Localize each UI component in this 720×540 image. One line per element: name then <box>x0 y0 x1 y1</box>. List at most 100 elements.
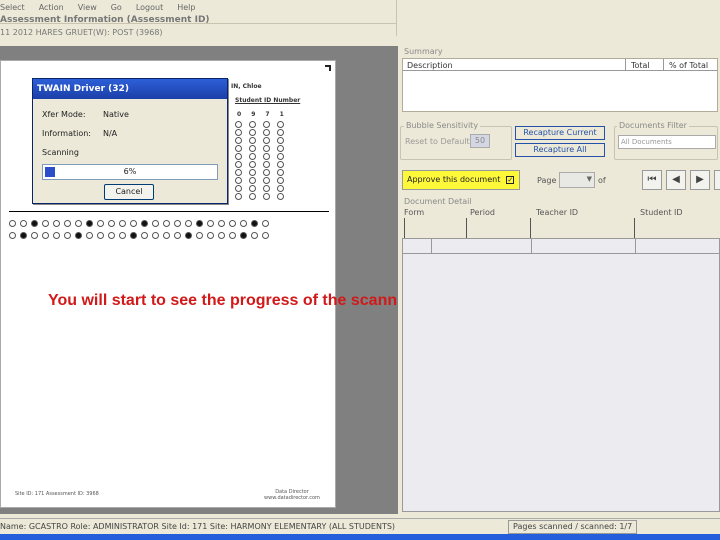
chevron-down-icon: ▼ <box>586 175 592 183</box>
answer-bubble <box>97 220 104 227</box>
id-bubble <box>263 153 270 160</box>
answer-bubble <box>119 220 126 227</box>
approve-check-icon: ✓ <box>506 175 515 184</box>
answer-bubble <box>31 220 38 227</box>
answer-bubble <box>218 220 225 227</box>
menu-logout[interactable]: Logout <box>136 3 163 12</box>
detail-col-form: Form <box>404 208 425 217</box>
previous-page-icon[interactable]: ◀ <box>666 170 686 190</box>
approve-label: Approve this document <box>407 175 501 184</box>
answer-bubble <box>64 220 71 227</box>
id-bubble <box>235 161 242 168</box>
column-divider <box>663 59 664 71</box>
id-bubble <box>263 185 270 192</box>
id-bubble <box>277 193 284 200</box>
twain-dialog-titlebar[interactable]: TWAIN Driver (32) <box>33 79 227 99</box>
menu-bar: Select Action View Go Logout Help <box>0 0 400 14</box>
status-user-info: Name: GCASTRO Role: ADMINISTRATOR Site I… <box>0 522 396 531</box>
detail-grid-line <box>531 239 532 253</box>
id-bubble <box>249 137 256 144</box>
instruction-callout: You will start to see the progress of th… <box>48 292 422 309</box>
answer-bubble <box>262 232 269 239</box>
answer-bubble <box>97 232 104 239</box>
answer-bubble <box>130 220 137 227</box>
page-select[interactable]: ▼ <box>559 172 595 188</box>
status-pages-scanned: Pages scanned / scanned: 1/7 <box>508 520 638 534</box>
summary-col-percent: % of Total <box>669 61 709 70</box>
twain-dialog-title: TWAIN Driver (32) <box>37 84 129 94</box>
answer-bubble <box>75 232 82 239</box>
approve-document-checkbox[interactable]: Approve this document ✓ <box>402 170 520 190</box>
document-detail-label: Document Detail <box>404 197 472 206</box>
answer-bubble <box>218 232 225 239</box>
menu-action[interactable]: Action <box>39 3 64 12</box>
student-id-digits: 0 9 7 1 <box>237 111 284 118</box>
id-bubble <box>249 161 256 168</box>
answer-bubble <box>9 220 16 227</box>
form-footer-left: Site ID: 171 Assessment ID: 3968 <box>15 491 99 497</box>
scan-progress-bar: 6% <box>42 164 218 180</box>
id-bubble <box>249 185 256 192</box>
id-bubble <box>277 153 284 160</box>
answer-bubble <box>141 220 148 227</box>
page-label: Page <box>537 176 557 185</box>
answer-bubble <box>86 220 93 227</box>
answer-bubble <box>262 220 269 227</box>
student-id-label: Student ID Number <box>235 97 301 104</box>
answer-bubble <box>229 220 236 227</box>
header-divider <box>0 23 396 24</box>
documents-filter-select[interactable]: All Documents <box>618 135 716 149</box>
id-bubble <box>235 177 242 184</box>
id-bubble <box>235 121 242 128</box>
xfer-mode-value: Native <box>103 110 129 119</box>
answer-bubble <box>75 220 82 227</box>
answer-bubble <box>207 220 214 227</box>
cancel-button[interactable]: Cancel <box>104 184 154 200</box>
summary-col-description: Description <box>407 61 453 70</box>
last-page-icon[interactable] <box>714 170 720 190</box>
detail-grid-line <box>635 239 636 253</box>
answer-bubble <box>9 232 16 239</box>
answer-bubble <box>141 232 148 239</box>
documents-filter-label: Documents Filter <box>617 121 689 130</box>
id-bubble <box>235 169 242 176</box>
page-of-label: of <box>598 176 606 185</box>
menu-select[interactable]: Select <box>0 3 25 12</box>
id-bubble <box>263 137 270 144</box>
student-id-digit: 9 <box>251 111 256 118</box>
id-bubble <box>249 153 256 160</box>
menu-go[interactable]: Go <box>111 3 122 12</box>
answer-bubble <box>174 232 181 239</box>
column-divider <box>625 59 626 71</box>
xfer-mode-label: Xfer Mode: <box>42 110 86 119</box>
first-page-icon[interactable]: ⏮ <box>642 170 662 190</box>
answer-bubble <box>251 220 258 227</box>
answer-bubble <box>119 232 126 239</box>
detail-col-teacher-id: Teacher ID <box>536 208 579 217</box>
answer-row <box>9 219 329 228</box>
id-bubble <box>235 185 242 192</box>
next-page-icon[interactable]: ▶ <box>690 170 710 190</box>
id-bubble <box>277 185 284 192</box>
answer-bubble <box>130 232 137 239</box>
answer-bubble <box>163 220 170 227</box>
id-bubble <box>249 129 256 136</box>
id-bubble <box>263 177 270 184</box>
sensitivity-spinner[interactable]: 50 <box>470 134 490 148</box>
id-bubble <box>263 121 270 128</box>
answer-bubble <box>163 232 170 239</box>
recapture-all-button[interactable]: Recapture All <box>515 143 605 157</box>
id-bubble <box>263 161 270 168</box>
detail-grid-line <box>431 239 432 253</box>
answer-bubble <box>20 232 27 239</box>
id-bubble <box>277 145 284 152</box>
id-bubble <box>277 177 284 184</box>
menu-help[interactable]: Help <box>177 3 195 12</box>
recapture-current-button[interactable]: Recapture Current <box>515 126 605 140</box>
answer-bubble <box>86 232 93 239</box>
scanner-app-window: Select Action View Go Logout Help Assess… <box>0 0 720 540</box>
menu-view[interactable]: View <box>78 3 97 12</box>
answer-bubble <box>174 220 181 227</box>
id-bubble <box>263 145 270 152</box>
id-bubble <box>277 137 284 144</box>
